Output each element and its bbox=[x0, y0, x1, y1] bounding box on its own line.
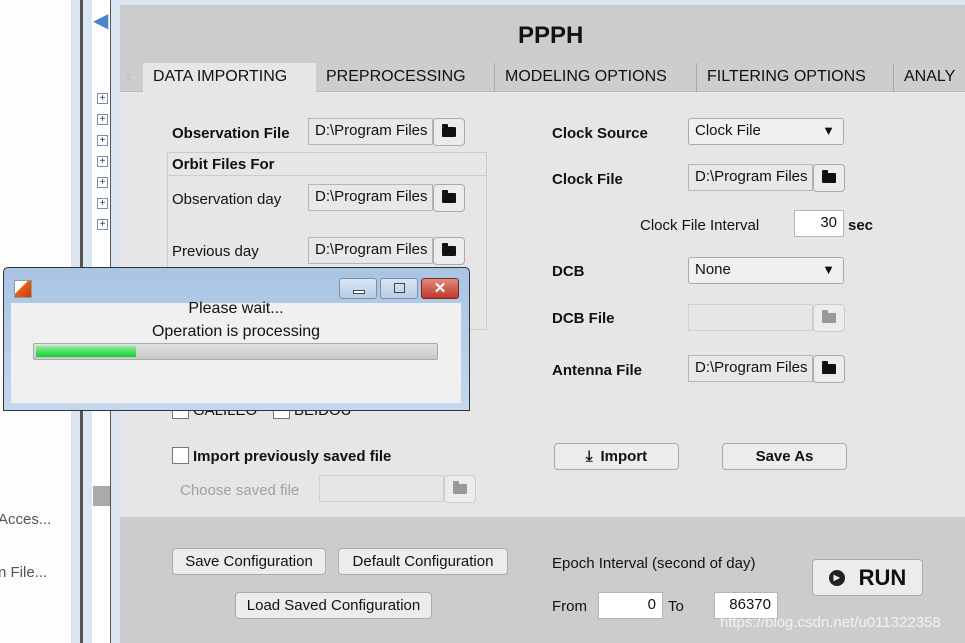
expand-icon[interactable]: + bbox=[97, 114, 108, 125]
expand-icon[interactable]: + bbox=[97, 156, 108, 167]
observation-day-browse-button[interactable] bbox=[433, 184, 465, 212]
default-configuration-button[interactable]: Default Configuration bbox=[338, 548, 508, 575]
dcb-dropdown[interactable]: None ▼ bbox=[688, 257, 844, 284]
epoch-interval-label: Epoch Interval (second of day) bbox=[552, 555, 756, 572]
observation-file-browse-button[interactable] bbox=[433, 118, 465, 146]
dcb-file-field bbox=[688, 304, 813, 331]
save-as-button[interactable]: Save As bbox=[722, 443, 847, 470]
previous-day-browse-button[interactable] bbox=[433, 237, 465, 265]
folder-icon bbox=[442, 124, 456, 137]
run-button[interactable]: ▶ RUN bbox=[812, 559, 923, 596]
clock-source-dropdown[interactable]: Clock File ▼ bbox=[688, 118, 844, 145]
import-saved-label: Import previously saved file bbox=[193, 448, 392, 465]
clock-file-browse-button[interactable] bbox=[813, 164, 845, 192]
tab-modeling-options[interactable]: MODELING OPTIONS bbox=[495, 63, 697, 92]
expand-icon[interactable]: + bbox=[97, 93, 108, 104]
observation-day-label: Observation day bbox=[172, 191, 282, 208]
expand-icon[interactable]: + bbox=[97, 198, 108, 209]
folder-icon bbox=[822, 310, 836, 323]
import-icon: ⤓ bbox=[585, 448, 593, 465]
matlab-logo-icon bbox=[14, 280, 32, 298]
progress-bar bbox=[33, 343, 438, 360]
close-button[interactable]: ✕ bbox=[421, 278, 459, 299]
dcb-value: None bbox=[695, 261, 731, 278]
dialog-line2: Operation is processing bbox=[151, 323, 321, 340]
clock-source-label: Clock Source bbox=[552, 125, 648, 142]
progress-fill bbox=[36, 346, 136, 357]
tab-analysis[interactable]: ANALY bbox=[894, 63, 965, 92]
folder-icon bbox=[822, 361, 836, 374]
previous-day-label: Previous day bbox=[172, 243, 259, 260]
app-title: PPPH bbox=[518, 22, 584, 49]
import-saved-checkbox[interactable] bbox=[172, 447, 189, 464]
tab-scroll-left-icon[interactable]: ‹ bbox=[126, 68, 131, 86]
expand-icon[interactable]: + bbox=[97, 177, 108, 188]
import-button-label: Import bbox=[600, 448, 648, 465]
expand-icon[interactable]: + bbox=[97, 219, 108, 230]
tab-filtering-options[interactable]: FILTERING OPTIONS bbox=[697, 63, 894, 92]
dcb-file-browse-button bbox=[813, 304, 845, 332]
scroll-thumb[interactable] bbox=[93, 486, 110, 506]
load-configuration-button[interactable]: Load Saved Configuration bbox=[235, 592, 432, 619]
maximize-button[interactable] bbox=[380, 278, 418, 299]
choose-saved-field bbox=[319, 475, 444, 502]
dcb-label: DCB bbox=[552, 263, 585, 280]
chevron-down-icon: ▼ bbox=[822, 262, 835, 277]
choose-saved-browse-button bbox=[444, 475, 476, 503]
observation-day-field[interactable]: D:\Program Files bbox=[308, 184, 433, 211]
back-arrow-icon[interactable]: ◀ bbox=[93, 8, 108, 33]
to-label: To bbox=[668, 598, 684, 615]
minimize-button[interactable] bbox=[339, 278, 377, 299]
observation-file-label: Observation File bbox=[172, 125, 290, 142]
antenna-file-field[interactable]: D:\Program Files bbox=[688, 355, 813, 382]
antenna-file-browse-button[interactable] bbox=[813, 355, 845, 383]
import-button[interactable]: ⤓ Import bbox=[554, 443, 679, 470]
from-label: From bbox=[552, 598, 587, 615]
chevron-down-icon: ▼ bbox=[822, 123, 835, 138]
dialog-line1: Please wait... bbox=[188, 300, 284, 317]
folder-icon bbox=[822, 170, 836, 183]
run-label: RUN bbox=[858, 564, 907, 590]
watermark: https://blog.csdn.net/u011322358 bbox=[720, 614, 941, 631]
folder-icon bbox=[442, 190, 456, 203]
minimize-icon bbox=[353, 290, 365, 294]
clock-file-field[interactable]: D:\Program Files bbox=[688, 164, 813, 191]
orbit-group-title: Orbit Files For bbox=[172, 156, 275, 173]
tab-preprocessing[interactable]: PREPROCESSING bbox=[316, 63, 495, 92]
clock-source-value: Clock File bbox=[695, 122, 761, 139]
clock-file-label: Clock File bbox=[552, 171, 623, 188]
choose-saved-label: Choose saved file bbox=[180, 482, 300, 499]
tab-data-importing[interactable]: DATA IMPORTING bbox=[143, 63, 316, 92]
dcb-file-label: DCB File bbox=[552, 310, 615, 327]
save-configuration-button[interactable]: Save Configuration bbox=[172, 548, 326, 575]
folder-icon bbox=[442, 243, 456, 256]
clock-interval-label: Clock File Interval bbox=[640, 217, 760, 234]
play-icon: ▶ bbox=[828, 569, 845, 586]
observation-file-field[interactable]: D:\Program Files bbox=[308, 118, 433, 145]
maximize-icon bbox=[394, 283, 405, 293]
sidebar-item[interactable]: n File... bbox=[0, 564, 47, 581]
antenna-file-label: Antenna File bbox=[552, 362, 643, 379]
previous-day-field[interactable]: D:\Program Files bbox=[308, 237, 433, 264]
from-input[interactable]: 0 bbox=[598, 592, 663, 619]
orbit-group-divider bbox=[167, 175, 487, 176]
sidebar-item[interactable]: Acces... bbox=[0, 511, 51, 528]
clock-interval-unit: sec bbox=[848, 217, 874, 234]
close-icon: ✕ bbox=[433, 280, 447, 297]
folder-icon bbox=[453, 481, 467, 494]
expand-icon[interactable]: + bbox=[97, 135, 108, 146]
clock-interval-input[interactable]: 30 bbox=[794, 210, 844, 237]
